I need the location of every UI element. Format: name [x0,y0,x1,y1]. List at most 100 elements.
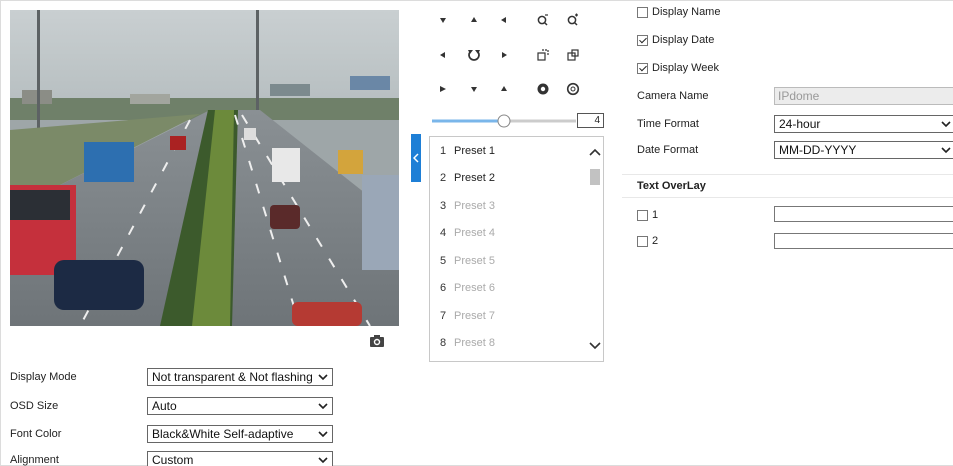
preset-item[interactable]: 8 Preset 8 [430,330,603,358]
auto-rotate-button[interactable] [464,45,484,65]
chevron-down-icon [941,147,951,154]
osd-size-row: OSD Size Auto [10,396,333,416]
camera-name-label: Camera Name [637,90,709,102]
chevron-left-icon [413,153,419,163]
preset-number: 2 [440,172,447,185]
chevron-down-icon [318,457,328,464]
font-color-select[interactable]: Black&White Self-adaptive [147,425,333,443]
preset-name: Preset 5 [454,254,495,267]
preset-item[interactable]: 6 Preset 6 [430,275,603,303]
arrow-down-icon [440,18,446,23]
pan-down-button[interactable] [464,79,484,99]
display-name-option[interactable]: Display Name [637,6,720,18]
display-date-label: Display Date [652,34,715,46]
text-overlay-input-2[interactable] [774,233,953,249]
arrow-down-icon [471,87,477,92]
arrow-right-icon [502,52,507,58]
camera-name-input[interactable]: IPdome [774,87,953,105]
focus-far-button[interactable] [563,45,583,65]
font-color-row: Font Color Black&White Self-adaptive [10,424,333,444]
display-week-label: Display Week [652,62,720,74]
focus-near-icon [537,49,549,61]
date-format-label: Date Format [637,144,699,156]
time-format-select[interactable]: 24-hour [774,115,953,133]
slider-handle[interactable] [497,114,511,128]
iris-close-icon [566,82,580,96]
preset-name: Preset 8 [454,337,495,350]
preset-name: Preset 1 [454,144,495,157]
iris-open-icon [537,83,549,95]
preset-item[interactable]: 4 Preset 4 [430,220,603,248]
live-view-image [10,10,399,326]
preset-number: 8 [440,337,447,350]
preset-name: Preset 6 [454,282,495,295]
zoom-out-button[interactable] [533,10,553,30]
iris-close-button[interactable] [563,79,583,99]
scrollbar-thumb[interactable] [590,169,600,185]
alignment-select[interactable]: Custom [147,451,333,466]
live-view[interactable] [10,10,399,326]
ptz-speed-slider[interactable] [430,112,580,130]
display-date-checkbox[interactable] [637,34,648,46]
preset-name: Preset 7 [454,309,495,322]
pan-up-button[interactable] [464,10,484,30]
pan-up-right-button[interactable] [494,10,514,30]
arrow-up-icon [471,17,477,22]
text-overlay-input-1[interactable] [774,206,953,222]
display-name-checkbox[interactable] [637,6,648,18]
font-color-value: Black&White Self-adaptive [152,427,294,441]
live-view-toolbar [10,326,399,358]
display-date-option[interactable]: Display Date [637,34,714,46]
display-week-option[interactable]: Display Week [637,62,719,74]
display-mode-value: Not transparent & Not flashing [152,370,313,384]
focus-near-button[interactable] [533,45,553,65]
preset-item[interactable]: 1 Preset 1 [430,137,603,165]
preset-item[interactable]: 3 Preset 3 [430,192,603,220]
pan-down-left-button[interactable] [433,79,453,99]
zoom-in-button[interactable] [563,10,583,30]
pan-left-button[interactable] [433,45,453,65]
preset-item[interactable]: 7 Preset 7 [430,302,603,330]
preset-number: 4 [440,227,447,240]
zoom-in-icon [567,13,578,26]
text-overlay-option-2[interactable]: 2 [637,235,658,247]
scroll-up-icon[interactable] [587,145,603,161]
arrow-up-right-icon [440,86,446,92]
chevron-down-icon [318,431,328,438]
time-format-value: 24-hour [779,117,821,131]
display-name-label: Display Name [652,6,721,18]
chevron-down-icon [318,374,328,381]
text-overlay-checkbox-2[interactable] [637,235,648,247]
scroll-down-icon[interactable] [587,337,603,353]
chevron-down-icon [318,403,328,410]
display-mode-select[interactable]: Not transparent & Not flashing [147,368,333,386]
date-format-select[interactable]: MM-DD-YYYY [774,141,953,159]
pan-down-right-button[interactable] [494,79,514,99]
date-format-value: MM-DD-YYYY [779,143,857,157]
collapse-panel-button[interactable] [411,134,421,182]
text-overlay-checkbox-1[interactable] [637,209,648,221]
ptz-speed-value[interactable]: 4 [577,113,604,128]
preset-item[interactable]: 2 Preset 2 [430,165,603,193]
arrow-left-icon [501,17,506,23]
preset-number: 1 [440,144,447,157]
preset-list[interactable]: 1 Preset 1 2 Preset 2 3 Preset 3 4 Preset 4 5 Pre… [429,136,604,362]
font-color-label: Font Color [10,428,62,440]
display-week-checkbox[interactable] [637,62,648,74]
osd-size-select[interactable]: Auto [147,397,333,415]
osd-size-label: OSD Size [10,400,59,412]
preset-list-scrollbar[interactable] [587,137,603,361]
preset-name: Preset 3 [454,199,495,212]
arrow-left-icon [440,52,445,58]
preset-number: 5 [440,254,447,267]
iris-open-button[interactable] [533,79,553,99]
preset-number: 3 [440,199,447,212]
text-overlay-option-1[interactable]: 1 [637,209,658,221]
preset-item[interactable]: 5 Preset 5 [430,247,603,275]
display-mode-row: Display Mode Not transparent & Not flash… [10,367,333,387]
pan-up-left-button[interactable] [433,10,453,30]
preset-number: 6 [440,282,447,295]
pan-right-button[interactable] [494,45,514,65]
text-overlay-label-2: 2 [652,235,659,247]
camera-icon[interactable] [369,334,385,348]
